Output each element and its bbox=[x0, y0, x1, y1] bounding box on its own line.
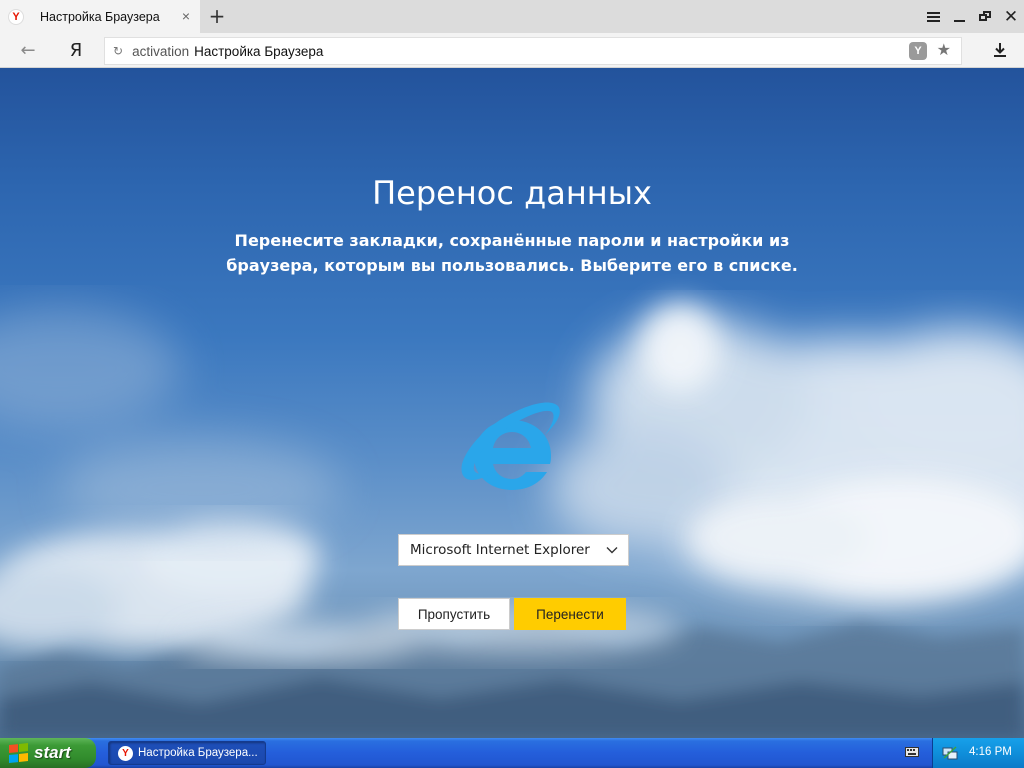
browser-select-value: Microsoft Internet Explorer bbox=[410, 542, 590, 558]
new-tab-button[interactable]: + bbox=[206, 4, 228, 28]
star-icon[interactable]: ★ bbox=[937, 40, 951, 59]
subtitle-line-2: браузера, которым вы пользовались. Выбер… bbox=[226, 256, 798, 275]
yandex-logo-button[interactable]: Я bbox=[66, 38, 86, 62]
window-controls: ✕ bbox=[920, 0, 1024, 33]
minimize-button[interactable] bbox=[946, 4, 972, 30]
start-button[interactable]: start bbox=[0, 738, 96, 768]
chevron-down-icon bbox=[606, 547, 618, 554]
transfer-button[interactable]: Перенести bbox=[514, 598, 626, 630]
close-window-button[interactable]: ✕ bbox=[998, 4, 1024, 30]
page-subtitle: Перенесите закладки, сохранённые пароли … bbox=[0, 228, 1024, 278]
tab-settings[interactable]: Y Настройка Браузера × bbox=[0, 0, 200, 33]
taskbar: start Y Настройка Браузера... 4:16 PM bbox=[0, 738, 1024, 768]
keyboard-icon[interactable] bbox=[905, 746, 919, 758]
page-title: Перенос данных bbox=[372, 174, 652, 212]
url-host: activation bbox=[132, 43, 190, 59]
skip-button[interactable]: Пропустить bbox=[398, 598, 510, 630]
close-icon: ✕ bbox=[1003, 6, 1019, 27]
subtitle-line-1: Перенесите закладки, сохранённые пароли … bbox=[234, 231, 790, 250]
taskbar-item-label: Настройка Браузера... bbox=[138, 747, 258, 759]
windows-logo-icon bbox=[9, 743, 29, 763]
yandex-favicon-icon: Y bbox=[118, 745, 133, 761]
restore-button[interactable] bbox=[972, 4, 998, 30]
tab-bar: Y Настройка Браузера × + ✕ bbox=[0, 0, 1024, 33]
url-page-title: Настройка Браузера bbox=[194, 43, 324, 59]
clock: 4:16 PM bbox=[969, 746, 1012, 758]
taskbar-item-browser[interactable]: Y Настройка Браузера... bbox=[108, 741, 266, 765]
system-tray: 4:16 PM bbox=[932, 738, 1024, 768]
restore-icon bbox=[979, 11, 991, 22]
network-icon[interactable] bbox=[942, 745, 958, 761]
protect-shield-icon[interactable]: Y bbox=[909, 42, 927, 60]
download-icon bbox=[994, 43, 1006, 57]
tab-title: Настройка Браузера bbox=[40, 9, 160, 24]
address-bar[interactable]: ↻ activation Настройка Браузера Y ★ bbox=[104, 37, 962, 65]
download-button[interactable] bbox=[988, 38, 1012, 62]
minimize-icon bbox=[953, 20, 965, 22]
reload-icon[interactable]: ↻ bbox=[113, 44, 123, 58]
import-data-page: Перенос данных Перенесите закладки, сохр… bbox=[0, 68, 1024, 738]
hamburger-menu-icon[interactable] bbox=[920, 4, 946, 30]
browser-toolbar: ← Я ↻ activation Настройка Браузера Y ★ bbox=[0, 33, 1024, 68]
internet-explorer-icon bbox=[461, 402, 560, 490]
browser-select[interactable]: Microsoft Internet Explorer bbox=[398, 534, 629, 566]
tab-close-icon[interactable]: × bbox=[182, 8, 190, 24]
yandex-favicon-icon: Y bbox=[8, 8, 24, 25]
start-label: start bbox=[34, 743, 71, 762]
back-arrow-icon[interactable]: ← bbox=[16, 38, 40, 62]
